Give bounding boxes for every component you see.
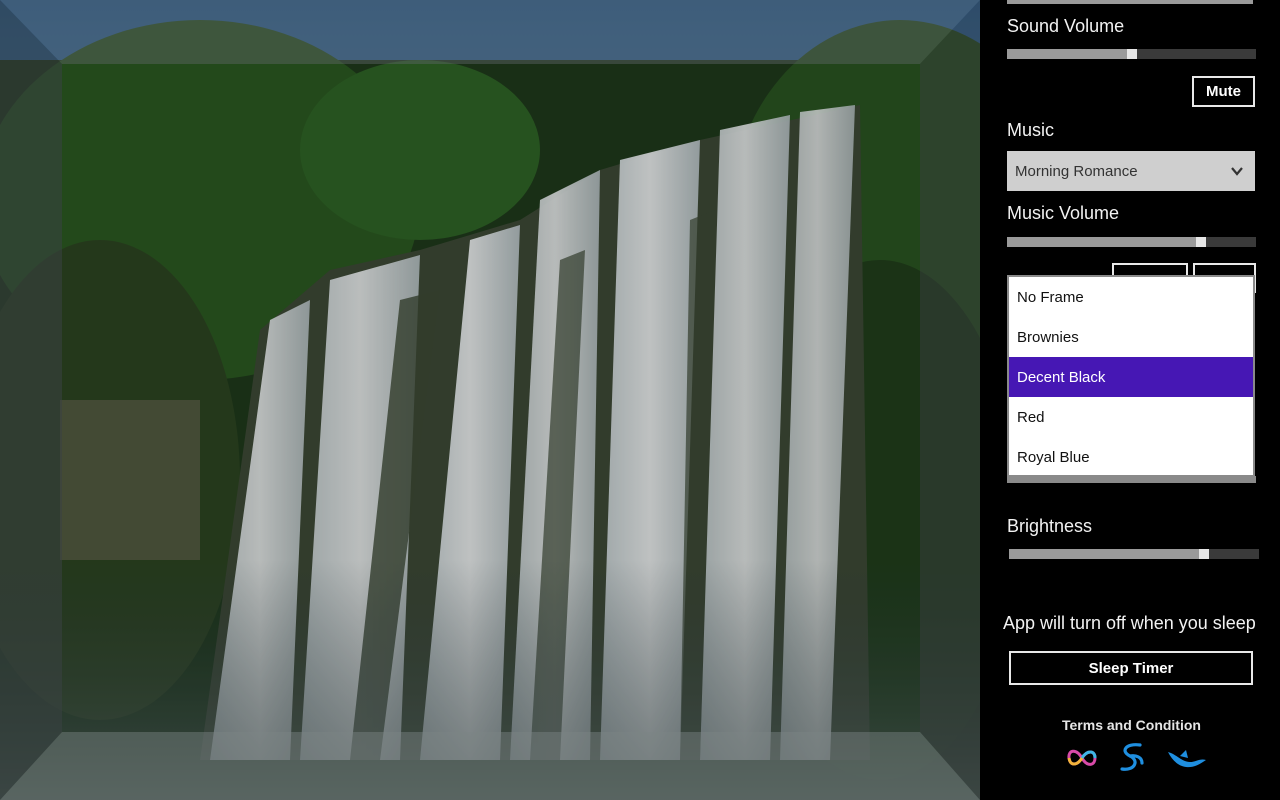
frame-option-no-frame[interactable]: No Frame [1009, 277, 1253, 317]
music-volume-label: Music Volume [1007, 203, 1120, 223]
sound-volume-label: Sound Volume [1007, 16, 1125, 36]
waterfall-illustration [0, 0, 980, 800]
sound-volume-fill [1007, 49, 1132, 59]
music-select[interactable]: Morning Romance [1007, 151, 1255, 191]
frame-option-decent-black[interactable]: Decent Black [1009, 357, 1253, 397]
music-volume-thumb[interactable] [1196, 237, 1206, 247]
sleep-timer-button[interactable]: Sleep Timer [1009, 651, 1253, 685]
brightness-fill [1009, 549, 1204, 559]
frame-option-royal-blue[interactable]: Royal Blue [1009, 437, 1253, 477]
music-volume-fill [1007, 237, 1201, 247]
top-partial-slider[interactable] [1007, 0, 1253, 4]
frame-dropdown-list[interactable]: No Frame Brownies Decent Black Red Royal Blu… [1007, 275, 1255, 477]
swirl-logo-icon[interactable] [1116, 741, 1146, 775]
hidden-slider-edge [1007, 476, 1256, 483]
brightness-thumb[interactable] [1199, 549, 1209, 559]
sound-volume-thumb[interactable] [1127, 49, 1137, 59]
infinity-logo-icon[interactable] [1066, 744, 1098, 772]
terms-link[interactable]: Terms and Condition [1062, 717, 1201, 733]
frame-option-brownies[interactable]: Brownies [1009, 317, 1253, 357]
brightness-label: Brightness [1007, 516, 1093, 536]
sound-volume-slider[interactable] [1007, 49, 1256, 59]
bird-logo-icon[interactable] [1166, 748, 1208, 770]
sleep-note: App will turn off when you sleep [1003, 613, 1256, 633]
frame-option-red[interactable]: Red [1009, 397, 1253, 437]
music-volume-slider[interactable] [1007, 237, 1256, 247]
music-label: Music [1007, 120, 1055, 140]
chevron-down-icon [1231, 167, 1243, 176]
waterfall-photo [0, 0, 980, 800]
music-selected-value: Morning Romance [1015, 162, 1138, 180]
brightness-slider[interactable] [1009, 549, 1259, 559]
mute-button[interactable]: Mute [1192, 76, 1255, 107]
